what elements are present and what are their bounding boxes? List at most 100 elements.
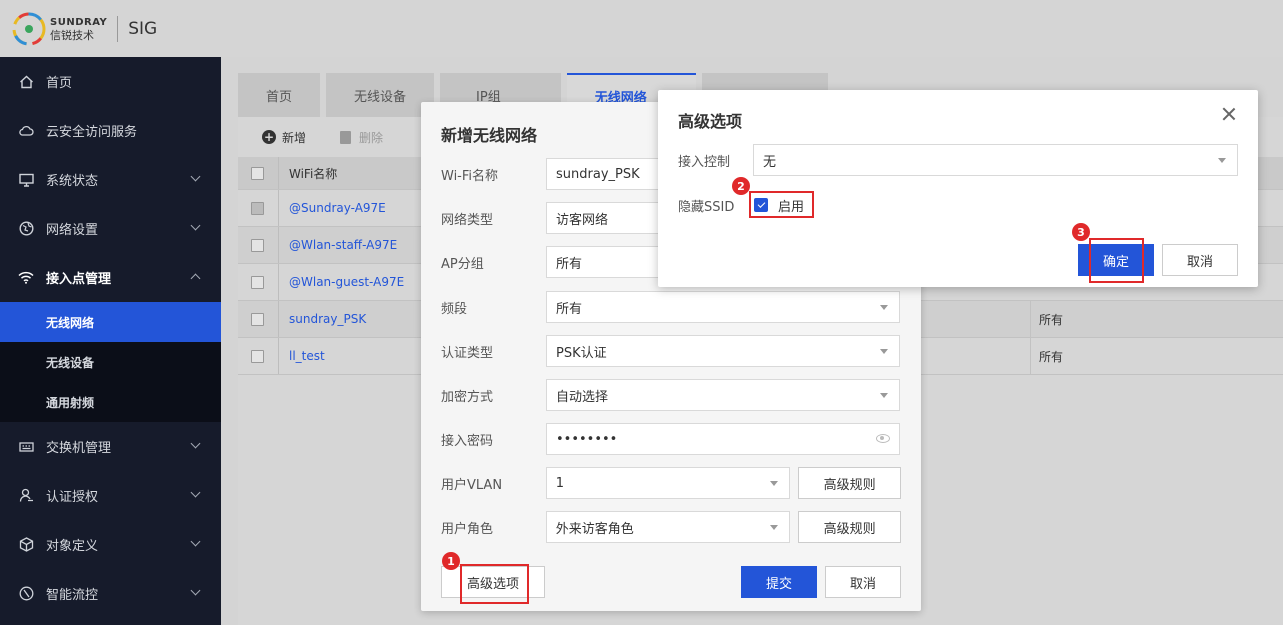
- sidebar-item-label: 网络设置: [46, 223, 99, 238]
- field-label: AP分组: [441, 256, 484, 272]
- step-badge: 3: [1072, 223, 1090, 241]
- logo-en-text: SUNDRAY: [50, 16, 108, 28]
- trash-icon: [340, 130, 352, 144]
- auth-type-select[interactable]: PSK认证: [546, 335, 900, 367]
- sidebar-item-object-definition[interactable]: 对象定义: [0, 520, 221, 569]
- band-select[interactable]: 所有: [546, 291, 900, 323]
- field-password: 接入密码 ••••••••: [441, 423, 901, 455]
- sidebar-item-cloud-security[interactable]: 云安全访问服务: [0, 106, 221, 155]
- logo-divider: [117, 15, 119, 42]
- user-role-select[interactable]: 外来访客角色: [545, 511, 791, 543]
- delete-label: 删除: [359, 130, 384, 145]
- row-checkbox[interactable]: [251, 312, 264, 326]
- add-button[interactable]: + 新增: [262, 129, 306, 146]
- tab-wireless-device[interactable]: 无线设备: [326, 73, 435, 117]
- sidebar-item-auth[interactable]: 认证授权: [0, 471, 221, 520]
- field-band: 频段 所有: [441, 291, 901, 323]
- sidebar-item-system-status[interactable]: 系统状态: [0, 155, 221, 204]
- select-value: 1: [555, 475, 565, 491]
- table-cell: 所有: [1030, 300, 1283, 338]
- row-checkbox[interactable]: [251, 238, 264, 252]
- sidebar-item-label: 系统状态: [46, 174, 99, 189]
- wifi-name-link[interactable]: ll_test: [278, 338, 428, 374]
- brand-logo: SUNDRAY 信锐技术 SIG: [12, 12, 157, 46]
- select-value: 所有: [556, 301, 583, 317]
- row-checkbox[interactable]: [251, 349, 264, 363]
- chevron-down-icon: [190, 220, 201, 231]
- home-icon: [18, 74, 34, 90]
- switch-icon: [18, 439, 34, 455]
- select-value: 无: [763, 154, 777, 170]
- delete-button[interactable]: 删除: [340, 129, 383, 146]
- sidebar-subitem-wireless-network[interactable]: 无线网络: [0, 302, 221, 342]
- role-advanced-rule-button[interactable]: 高级规则: [798, 511, 901, 543]
- user-auth-icon: [18, 488, 34, 504]
- cancel-button[interactable]: 取消: [825, 566, 901, 598]
- select-all-checkbox[interactable]: [251, 166, 264, 180]
- table-cell: 所有: [1030, 337, 1283, 375]
- user-vlan-select[interactable]: 1: [545, 467, 791, 499]
- tab-label: 首页: [266, 89, 293, 105]
- wifi-name-link[interactable]: @Wlan-staff-A97E: [278, 227, 428, 263]
- select-value: 自动选择: [556, 389, 609, 405]
- logo-cn-text: 信锐技术: [50, 28, 94, 42]
- field-label: 加密方式: [441, 389, 494, 405]
- submit-button[interactable]: 提交: [741, 566, 817, 598]
- cloud-security-icon: [18, 123, 34, 139]
- sidebar-item-ap-management[interactable]: 接入点管理: [0, 253, 221, 302]
- field-user-vlan: 用户VLAN 1 高级规则: [441, 467, 901, 499]
- password-input[interactable]: ••••••••: [546, 423, 900, 455]
- cancel-button[interactable]: 取消: [1162, 244, 1238, 276]
- sidebar-submenu: 无线网络 无线设备 通用射频: [0, 302, 221, 422]
- caret-down-icon: [880, 393, 888, 398]
- field-access-control: 接入控制 无: [678, 144, 1238, 176]
- access-control-select[interactable]: 无: [753, 144, 1238, 176]
- top-header: SUNDRAY 信锐技术 SIG: [0, 0, 1283, 57]
- field-label: 频段: [441, 301, 468, 317]
- step-badge: 2: [732, 177, 750, 195]
- dialog-title: 新增无线网络: [441, 126, 538, 145]
- highlight-box: [460, 564, 529, 604]
- dialog-title: 高级选项: [678, 112, 743, 131]
- sidebar-subitem-general-rf[interactable]: 通用射频: [0, 382, 221, 422]
- tab-home[interactable]: 首页: [238, 73, 321, 117]
- sidebar-item-switch-management[interactable]: 交换机管理: [0, 422, 221, 471]
- vlan-advanced-rule-button[interactable]: 高级规则: [798, 467, 901, 499]
- chevron-down-icon: [190, 171, 201, 182]
- row-checkbox[interactable]: [251, 275, 264, 289]
- chevron-down-icon: [190, 487, 201, 498]
- field-label: 接入密码: [441, 433, 494, 449]
- sidebar: 首页 云安全访问服务 系统状态 网络设置 接入点管理 无线网络 无线设备 通用射…: [0, 57, 221, 625]
- eye-icon[interactable]: [876, 434, 890, 443]
- wifi-name-link[interactable]: @Sundray-A97E: [278, 190, 428, 226]
- field-label: Wi-Fi名称: [441, 168, 499, 184]
- product-name: SIG: [128, 18, 158, 39]
- globe-icon: [18, 221, 34, 237]
- sidebar-item-home[interactable]: 首页: [0, 57, 221, 106]
- wifi-name-link[interactable]: sundray_PSK: [278, 301, 428, 337]
- caret-down-icon: [1218, 158, 1226, 163]
- caret-down-icon: [770, 481, 779, 486]
- field-label: 接入控制: [678, 154, 731, 170]
- sidebar-item-flow-control[interactable]: 智能流控: [0, 569, 221, 618]
- row-checkbox[interactable]: [251, 201, 264, 215]
- tab-label: 无线设备: [354, 89, 407, 105]
- chevron-up-icon: [190, 273, 201, 284]
- sidebar-item-network-settings[interactable]: 网络设置: [0, 204, 221, 253]
- sidebar-subitem-wireless-device[interactable]: 无线设备: [0, 342, 221, 382]
- close-icon[interactable]: [1222, 107, 1236, 121]
- sidebar-item-label: 首页: [46, 76, 73, 91]
- caret-down-icon: [880, 349, 888, 354]
- sidebar-item-label: 接入点管理: [46, 272, 112, 287]
- field-auth-type: 认证类型 PSK认证: [441, 335, 901, 367]
- sidebar-item-label: 智能流控: [46, 588, 99, 603]
- field-encryption: 加密方式 自动选择: [441, 379, 901, 411]
- caret-down-icon: [880, 305, 888, 310]
- wifi-name-link[interactable]: @Wlan-guest-A97E: [278, 264, 428, 300]
- encryption-select[interactable]: 自动选择: [546, 379, 900, 411]
- sidebar-item-label: 交换机管理: [46, 441, 112, 456]
- highlight-box: [749, 191, 814, 218]
- monitor-icon: [18, 172, 34, 188]
- field-label: 认证类型: [441, 345, 494, 361]
- column-header-wifi-name: WiFi名称: [278, 157, 428, 189]
